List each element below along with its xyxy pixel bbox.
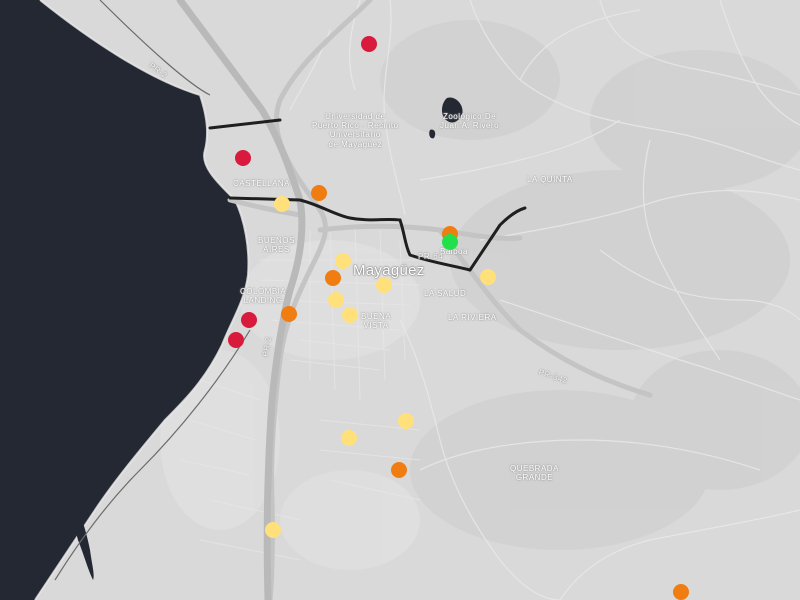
colombia-landing-label: COLOMBIA LANDING	[240, 287, 286, 305]
sensor-marker-red[interactable]	[235, 150, 251, 166]
sensor-marker-orange[interactable]	[281, 306, 297, 322]
quebrada-grande-line1: QUEBRADA	[510, 464, 559, 473]
sensor-marker-yellow[interactable]	[328, 292, 344, 308]
quebrada-grande-line2: GRANDE	[515, 473, 554, 483]
sensor-marker-yellow[interactable]	[265, 522, 281, 538]
colombia-landing-line2: LANDING	[243, 296, 283, 306]
sensor-marker-orange[interactable]	[311, 185, 327, 201]
la-quinta-label: LA QUINTA	[527, 175, 573, 184]
buenos-aires-line2: AIRES	[263, 245, 290, 255]
sensor-marker-orange[interactable]	[325, 270, 341, 286]
sensor-marker-red[interactable]	[241, 312, 257, 328]
university-label-line1: Universidad de	[325, 112, 386, 121]
sensor-marker-yellow[interactable]	[342, 307, 358, 323]
buena-vista-line1: BUENA	[361, 312, 392, 321]
mayaguez-label: Mayagüez	[353, 262, 425, 279]
sensor-marker-yellow[interactable]	[376, 277, 392, 293]
sensor-marker-green[interactable]	[442, 234, 458, 250]
map-canvas[interactable]: Universidad de Puerto Rico - Recinto Uni…	[0, 0, 800, 600]
la-riviera-label: LA RIVIERA	[448, 313, 497, 322]
sensor-marker-orange[interactable]	[391, 462, 407, 478]
buenos-aires-label: BUENOS AIRES	[258, 236, 295, 254]
buenos-aires-line1: BUENOS	[258, 236, 295, 245]
sensor-marker-yellow[interactable]	[398, 413, 414, 429]
university-label-line3: Universitario	[329, 130, 381, 140]
sensor-marker-orange[interactable]	[673, 584, 689, 600]
zoo-label-line1: Zoológico De	[442, 112, 497, 121]
buena-vista-label: BUENA VISTA	[361, 312, 391, 330]
quebrada-grande-label: QUEBRADA GRANDE	[510, 464, 559, 482]
university-label: Universidad de Puerto Rico - Recinto Uni…	[312, 112, 399, 149]
sensor-marker-red[interactable]	[361, 36, 377, 52]
sensor-marker-yellow[interactable]	[480, 269, 496, 285]
colombia-landing-line1: COLOMBIA	[240, 287, 287, 296]
university-label-line2: Puerto Rico - Recinto	[312, 121, 399, 131]
basemap	[0, 0, 800, 600]
castellana-label: CASTELLANA	[233, 179, 291, 188]
sensor-marker-red[interactable]	[228, 332, 244, 348]
pr64-road-label: PR-64	[418, 252, 444, 261]
la-salud-label: LA SALUD	[424, 289, 467, 298]
zoo-label: Zoológico De Juan A. Rivero	[440, 112, 499, 130]
sensor-marker-yellow[interactable]	[274, 196, 290, 212]
zoo-label-line2: Juan A. Rivero	[440, 121, 500, 131]
university-label-line4: de Mayagüez	[328, 139, 383, 149]
sensor-marker-yellow[interactable]	[335, 253, 351, 269]
buena-vista-line2: VISTA	[363, 321, 389, 331]
sensor-marker-yellow[interactable]	[341, 430, 357, 446]
